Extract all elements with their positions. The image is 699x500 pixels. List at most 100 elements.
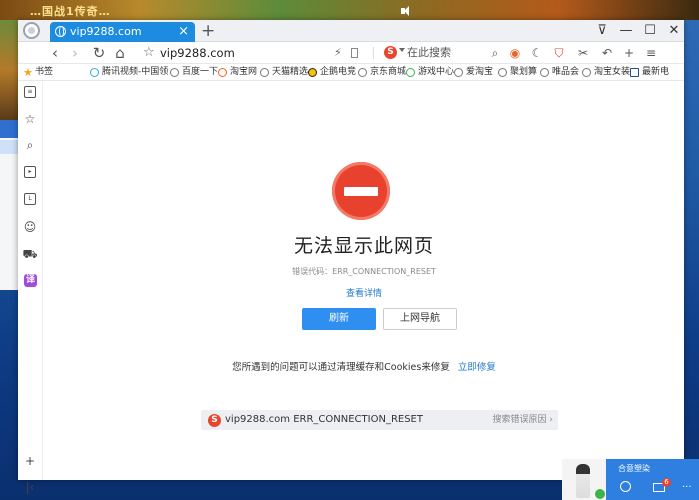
- globe-icon: [55, 26, 66, 37]
- view-details-link[interactable]: 查看详情: [44, 286, 684, 299]
- address-bar[interactable]: vip9288.com: [160, 42, 235, 64]
- web-navigation-button[interactable]: 上网导航: [383, 308, 457, 330]
- globe-icon: [582, 68, 591, 77]
- browser-logo-icon[interactable]: [23, 22, 40, 39]
- gamepad-icon[interactable]: ◉: [506, 42, 524, 64]
- online-status-icon: [595, 489, 605, 499]
- screenshot-scissors-icon[interactable]: ✂: [574, 42, 592, 64]
- bookmark-item[interactable]: 企鹅电竞: [308, 64, 356, 81]
- toolbar-divider: [373, 47, 374, 59]
- background-selected-row: [0, 140, 18, 154]
- speaker-icon: [400, 5, 414, 17]
- bookmarks-bar: ★ 书签 腾讯视频-中国领 百度一下 淘宝网 天猫精选 企鹅电竞 京东商城 游戏…: [18, 64, 684, 81]
- favorites-star-icon[interactable]: ☆: [22, 111, 38, 127]
- search-icon[interactable]: ⌕: [486, 42, 504, 64]
- more-icon[interactable]: ···: [682, 482, 692, 493]
- globe-icon: [260, 68, 269, 77]
- error-stop-icon: [332, 162, 390, 220]
- page-title: 无法显示此网页: [293, 235, 434, 257]
- speed-mode-icon[interactable]: ⚡: [334, 42, 342, 64]
- bookmark-item[interactable]: 淘宝女装: [582, 64, 630, 81]
- background-game-text: …国战1传奇…: [30, 5, 111, 18]
- globe-icon: [540, 68, 549, 77]
- unread-badge: 6: [662, 478, 671, 487]
- notification-widget[interactable]: 合意塑染 6 ···: [562, 459, 699, 500]
- globe-icon: [170, 68, 179, 77]
- globe-icon: [498, 68, 507, 77]
- search-engine-icon: S: [208, 414, 221, 427]
- back-button[interactable]: ‹: [46, 42, 64, 64]
- taobao-icon: [218, 68, 227, 77]
- game-icon: [406, 68, 415, 77]
- new-tab-button[interactable]: +: [201, 20, 215, 42]
- navigation-toolbar: ‹ › ↻ ⌂ ☆ vip9288.com ⚡ S 在此搜索 ⌕ ◉ ☾ ⛉ ✂…: [18, 42, 684, 64]
- background-game-strip: [0, 20, 18, 120]
- sidebar: ≡ ☆ ⌕ ▸ L ☺ ⛟ 译 + |‹: [18, 81, 43, 494]
- bookmark-item[interactable]: 天猫精选: [260, 64, 308, 81]
- notification-title: 合意塑染: [618, 464, 650, 473]
- penguin-icon: [308, 68, 317, 77]
- avatar: [562, 459, 606, 500]
- star-icon: ★: [23, 66, 33, 79]
- error-search-text: vip9288.com ERR_CONNECTION_RESET: [225, 414, 423, 425]
- live-icon[interactable]: L: [24, 193, 36, 205]
- translate-icon[interactable]: 译: [24, 274, 37, 287]
- bookmark-item[interactable]: 百度一下: [170, 64, 218, 81]
- menu-icon[interactable]: ≡: [642, 42, 660, 64]
- video-icon[interactable]: ▸: [24, 166, 36, 178]
- search-input[interactable]: 在此搜索: [407, 42, 451, 64]
- search-icon[interactable]: ⌕: [22, 137, 38, 153]
- bookmark-item[interactable]: 游戏中心: [406, 64, 454, 81]
- error-page: 无法显示此网页 错误代码：ERR_CONNECTION_RESET 查看详情 刷…: [44, 81, 684, 480]
- close-window-button[interactable]: ✕: [662, 20, 686, 42]
- browser-window: vip9288.com × + ⊽ — ☐ ✕ ‹ › ↻ ⌂ ☆ vip928…: [18, 20, 684, 494]
- tab-active[interactable]: vip9288.com ×: [50, 22, 195, 42]
- chat-icon[interactable]: ☺: [22, 219, 38, 235]
- bookmark-item[interactable]: 京东商城: [358, 64, 406, 81]
- tab-bar: vip9288.com × + ⊽ — ☐ ✕: [18, 20, 684, 42]
- bookmark-star-icon[interactable]: ☆: [143, 42, 155, 64]
- security-shield-icon[interactable]: ⛉: [550, 42, 568, 64]
- tabs-panel-icon[interactable]: ≡: [24, 86, 36, 98]
- forward-button[interactable]: ›: [66, 42, 84, 64]
- bookmark-item[interactable]: ★ 书签: [23, 64, 53, 81]
- fix-hint-text: 您所遇到的问题可以通过清理缓存和Cookies来修复: [232, 362, 450, 373]
- clock-icon[interactable]: [620, 481, 631, 492]
- chevron-down-icon[interactable]: [399, 48, 405, 52]
- background-window-edge: [0, 120, 18, 290]
- fix-hint: 您所遇到的问题可以通过清理缓存和Cookies来修复 立即修复: [44, 359, 684, 373]
- error-search-bar[interactable]: S vip9288.com ERR_CONNECTION_RESET 搜索错误原…: [201, 410, 558, 430]
- undo-close-icon[interactable]: ↶: [598, 42, 616, 64]
- tab-close-icon[interactable]: ×: [178, 22, 189, 42]
- maximize-button[interactable]: ☐: [638, 20, 662, 42]
- reader-mode-icon[interactable]: [351, 48, 358, 58]
- background-game-banner: …国战1传奇…: [0, 0, 699, 20]
- page-icon: [630, 68, 639, 77]
- minimize-button[interactable]: —: [614, 20, 638, 42]
- bookmark-item[interactable]: 爱淘宝: [454, 64, 493, 81]
- home-button[interactable]: ⌂: [111, 42, 129, 64]
- shopping-cart-icon[interactable]: ⛟: [22, 246, 38, 262]
- bookmark-item[interactable]: 唯品会: [540, 64, 579, 81]
- fix-now-link[interactable]: 立即修复: [458, 362, 496, 373]
- globe-icon: [454, 68, 463, 77]
- tab-list-icon[interactable]: ⊽: [590, 20, 614, 42]
- avatar-figure: [576, 464, 590, 498]
- search-engine-icon[interactable]: S: [384, 46, 397, 59]
- reload-button[interactable]: ↻: [90, 42, 108, 64]
- bookmark-item[interactable]: 淘宝网: [218, 64, 257, 81]
- bookmark-item[interactable]: 最新电: [630, 64, 682, 81]
- add-icon[interactable]: +: [620, 42, 638, 64]
- tab-title: vip9288.com: [70, 25, 142, 38]
- collapse-sidebar-icon[interactable]: |‹: [22, 479, 38, 495]
- bookmark-item[interactable]: 聚划算: [498, 64, 537, 81]
- video-icon: [90, 68, 99, 77]
- night-mode-icon[interactable]: ☾: [528, 42, 546, 64]
- globe-icon: [358, 68, 367, 77]
- background-window-titlebar: [0, 120, 18, 138]
- error-code: 错误代码：ERR_CONNECTION_RESET: [292, 267, 436, 276]
- add-icon[interactable]: +: [22, 453, 38, 469]
- bookmark-item[interactable]: 腾讯视频-中国领: [90, 64, 168, 81]
- search-error-cause-link[interactable]: 搜索错误原因 ›: [493, 410, 553, 430]
- refresh-button[interactable]: 刷新: [302, 308, 376, 330]
